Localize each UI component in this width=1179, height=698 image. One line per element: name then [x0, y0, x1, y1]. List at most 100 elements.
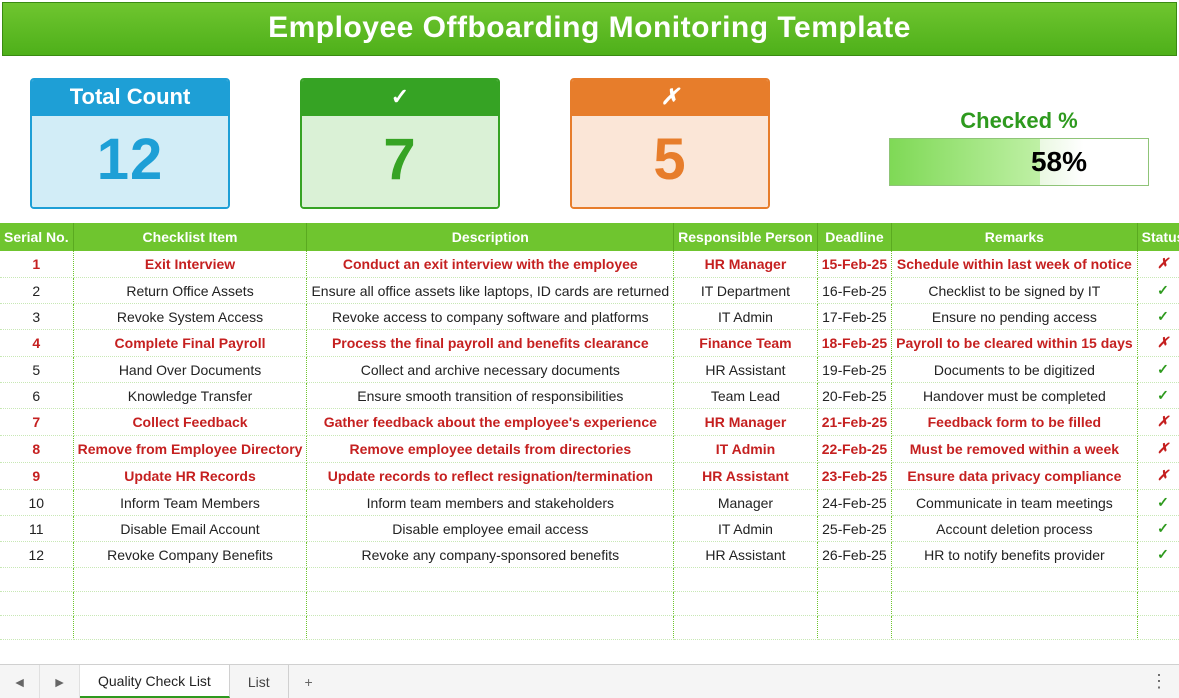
table-row[interactable]: 10Inform Team MembersInform team members…	[0, 490, 1179, 516]
col-header-item[interactable]: Checklist Item	[73, 223, 307, 251]
cell-item[interactable]: Inform Team Members	[73, 490, 307, 516]
empty-cell[interactable]	[817, 592, 891, 616]
tab-quality-check-list[interactable]: Quality Check List	[80, 665, 230, 698]
empty-cell[interactable]	[892, 616, 1138, 640]
cell-status[interactable]: ✗	[1137, 251, 1179, 278]
table-row[interactable]: 5Hand Over DocumentsCollect and archive …	[0, 357, 1179, 383]
table-row[interactable]: 9Update HR RecordsUpdate records to refl…	[0, 463, 1179, 490]
cell-rem[interactable]: Schedule within last week of notice	[892, 251, 1138, 278]
cell-serial[interactable]: 5	[0, 357, 73, 383]
empty-cell[interactable]	[0, 568, 73, 592]
cell-desc[interactable]: Disable employee email access	[307, 516, 674, 542]
cell-resp[interactable]: IT Department	[674, 278, 818, 304]
cell-status[interactable]: ✓	[1137, 516, 1179, 542]
cell-item[interactable]: Hand Over Documents	[73, 357, 307, 383]
cell-rem[interactable]: Account deletion process	[892, 516, 1138, 542]
cell-desc[interactable]: Update records to reflect resignation/te…	[307, 463, 674, 490]
cell-item[interactable]: Exit Interview	[73, 251, 307, 278]
cell-serial[interactable]: 10	[0, 490, 73, 516]
cell-rem[interactable]: Documents to be digitized	[892, 357, 1138, 383]
next-sheet-button[interactable]: ►	[40, 665, 80, 698]
cell-serial[interactable]: 2	[0, 278, 73, 304]
cell-dead[interactable]: 26-Feb-25	[817, 542, 891, 568]
empty-cell[interactable]	[307, 592, 674, 616]
cell-serial[interactable]: 9	[0, 463, 73, 490]
cell-serial[interactable]: 12	[0, 542, 73, 568]
cell-item[interactable]: Disable Email Account	[73, 516, 307, 542]
cell-rem[interactable]: Payroll to be cleared within 15 days	[892, 330, 1138, 357]
cell-resp[interactable]: HR Assistant	[674, 357, 818, 383]
cell-item[interactable]: Collect Feedback	[73, 409, 307, 436]
cell-resp[interactable]: Manager	[674, 490, 818, 516]
cell-dead[interactable]: 15-Feb-25	[817, 251, 891, 278]
cell-desc[interactable]: Ensure smooth transition of responsibili…	[307, 383, 674, 409]
cell-item[interactable]: Knowledge Transfer	[73, 383, 307, 409]
cell-desc[interactable]: Revoke access to company software and pl…	[307, 304, 674, 330]
cell-desc[interactable]: Collect and archive necessary documents	[307, 357, 674, 383]
cell-status[interactable]: ✓	[1137, 542, 1179, 568]
cell-serial[interactable]: 8	[0, 436, 73, 463]
table-row[interactable]: 4Complete Final PayrollProcess the final…	[0, 330, 1179, 357]
col-header-dead[interactable]: Deadline	[817, 223, 891, 251]
cell-rem[interactable]: Ensure no pending access	[892, 304, 1138, 330]
cell-desc[interactable]: Revoke any company-sponsored benefits	[307, 542, 674, 568]
cell-serial[interactable]: 3	[0, 304, 73, 330]
cell-status[interactable]: ✓	[1137, 490, 1179, 516]
cell-status[interactable]: ✗	[1137, 409, 1179, 436]
empty-cell[interactable]	[0, 616, 73, 640]
cell-serial[interactable]: 11	[0, 516, 73, 542]
col-header-desc[interactable]: Description	[307, 223, 674, 251]
cell-dead[interactable]: 25-Feb-25	[817, 516, 891, 542]
cell-rem[interactable]: Must be removed within a week	[892, 436, 1138, 463]
cell-resp[interactable]: HR Assistant	[674, 463, 818, 490]
add-sheet-button[interactable]: +	[289, 665, 329, 698]
cell-status[interactable]: ✓	[1137, 357, 1179, 383]
cell-dead[interactable]: 21-Feb-25	[817, 409, 891, 436]
prev-sheet-button[interactable]: ◄	[0, 665, 40, 698]
empty-cell[interactable]	[0, 592, 73, 616]
table-row[interactable]: 12Revoke Company BenefitsRevoke any comp…	[0, 542, 1179, 568]
cell-status[interactable]: ✗	[1137, 436, 1179, 463]
cell-desc[interactable]: Ensure all office assets like laptops, I…	[307, 278, 674, 304]
cell-rem[interactable]: Ensure data privacy compliance	[892, 463, 1138, 490]
empty-cell[interactable]	[674, 616, 818, 640]
cell-desc[interactable]: Remove employee details from directories	[307, 436, 674, 463]
cell-dead[interactable]: 24-Feb-25	[817, 490, 891, 516]
cell-serial[interactable]: 6	[0, 383, 73, 409]
col-header-stat[interactable]: Status	[1137, 223, 1179, 251]
cell-desc[interactable]: Conduct an exit interview with the emplo…	[307, 251, 674, 278]
empty-cell[interactable]	[73, 568, 307, 592]
table-row[interactable]: 6Knowledge TransferEnsure smooth transit…	[0, 383, 1179, 409]
col-header-resp[interactable]: Responsible Person	[674, 223, 818, 251]
cell-dead[interactable]: 18-Feb-25	[817, 330, 891, 357]
cell-desc[interactable]: Gather feedback about the employee's exp…	[307, 409, 674, 436]
cell-resp[interactable]: Finance Team	[674, 330, 818, 357]
cell-status[interactable]: ✓	[1137, 304, 1179, 330]
cell-desc[interactable]: Process the final payroll and benefits c…	[307, 330, 674, 357]
empty-cell[interactable]	[1137, 568, 1179, 592]
empty-cell[interactable]	[1137, 616, 1179, 640]
empty-cell[interactable]	[892, 592, 1138, 616]
cell-serial[interactable]: 4	[0, 330, 73, 357]
table-row[interactable]: 7Collect FeedbackGather feedback about t…	[0, 409, 1179, 436]
cell-rem[interactable]: Feedback form to be filled	[892, 409, 1138, 436]
cell-dead[interactable]: 20-Feb-25	[817, 383, 891, 409]
empty-cell[interactable]	[817, 616, 891, 640]
table-row[interactable]: 1Exit InterviewConduct an exit interview…	[0, 251, 1179, 278]
cell-status[interactable]: ✓	[1137, 278, 1179, 304]
col-header-rem[interactable]: Remarks	[892, 223, 1138, 251]
sheet-menu-button[interactable]: ⋮	[1139, 665, 1179, 698]
cell-rem[interactable]: HR to notify benefits provider	[892, 542, 1138, 568]
cell-resp[interactable]: IT Admin	[674, 436, 818, 463]
cell-serial[interactable]: 7	[0, 409, 73, 436]
empty-cell[interactable]	[674, 592, 818, 616]
col-header-serial[interactable]: Serial No.	[0, 223, 73, 251]
empty-cell[interactable]	[73, 592, 307, 616]
empty-cell[interactable]	[892, 568, 1138, 592]
cell-resp[interactable]: IT Admin	[674, 304, 818, 330]
table-row[interactable]: 8Remove from Employee DirectoryRemove em…	[0, 436, 1179, 463]
cell-item[interactable]: Update HR Records	[73, 463, 307, 490]
cell-rem[interactable]: Checklist to be signed by IT	[892, 278, 1138, 304]
cell-dead[interactable]: 22-Feb-25	[817, 436, 891, 463]
cell-item[interactable]: Revoke Company Benefits	[73, 542, 307, 568]
